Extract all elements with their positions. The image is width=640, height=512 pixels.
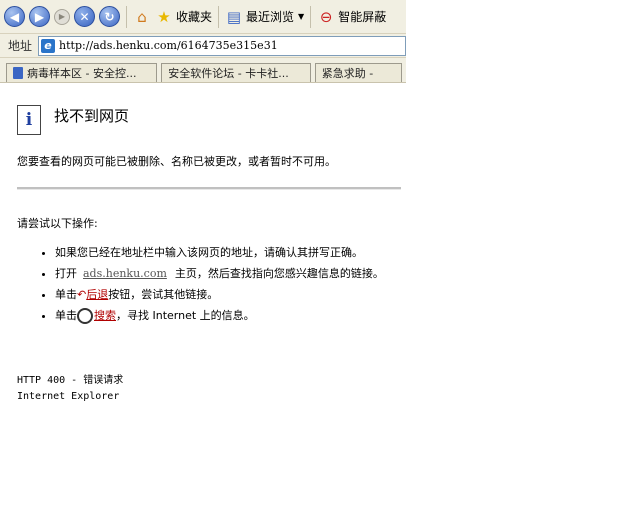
tab-virus-samples[interactable]: 病毒样本区 - 安全控...: [6, 63, 158, 82]
browser-chrome: ◀ ▶ ▶ ✕ ↻ ⌂ ★ 收藏夹 ▤ 最近浏览 ▼ ⊖ 智能屏蔽 地址 e h…: [0, 0, 406, 83]
tab-label: 紧急求助 -: [321, 67, 374, 80]
tab-label: 安全软件论坛 - 卡卡社...: [168, 67, 289, 80]
list-item: 单击 搜索，寻找 Internet 上的信息。: [55, 308, 415, 324]
back-arrow-icon: ◀: [4, 6, 25, 27]
error-description: 您要查看的网页可能已被删除、名称已被更改，或者暂时不可用。: [17, 155, 336, 168]
refresh-icon: ↻: [99, 6, 120, 27]
star-icon: ★: [157, 7, 171, 26]
try-heading: 请尝试以下操作:: [17, 217, 98, 230]
tip-text: 如果您已经在地址栏中输入该网页的地址，请确认其拼写正确。: [55, 246, 363, 259]
forward-arrow-icon: ▶: [29, 6, 50, 27]
page-icon: [13, 67, 23, 79]
search-icon: [77, 308, 93, 324]
search-link[interactable]: 搜索: [94, 309, 116, 322]
suggestion-list: 如果您已经在地址栏中输入该网页的地址，请确认其拼写正确。 打开 ads.henku…: [37, 245, 415, 329]
ie-page-icon: e: [41, 38, 56, 53]
toolbar-separator: [126, 5, 127, 28]
page-title: 找不到网页: [54, 107, 130, 125]
divider: [17, 187, 401, 190]
tip-text: 按钮，尝试其他链接。: [108, 288, 219, 301]
toolbar-separator: [310, 5, 312, 28]
list-item: 单击↶后退按钮，尝试其他链接。: [55, 287, 415, 303]
toolbar-separator: [218, 5, 220, 28]
recent-dropdown-button[interactable]: ▼: [298, 12, 304, 21]
favorites-button[interactable]: ★ 收藏夹: [155, 8, 212, 26]
forward-button[interactable]: ▶: [29, 6, 50, 27]
home-icon: ⌂: [137, 7, 147, 26]
homepage-link[interactable]: ads.henku.com: [83, 267, 167, 280]
error-footer: HTTP 400 - 错误请求 Internet Explorer: [17, 373, 123, 405]
info-icon: i: [17, 105, 41, 135]
dropdown-icon: ▶: [54, 8, 70, 25]
tab-bar: 病毒样本区 - 安全控... 安全软件论坛 - 卡卡社... 紧急求助 -: [0, 58, 406, 83]
back-arrow-icon: ↶: [77, 288, 87, 301]
back-link[interactable]: 后退: [86, 288, 108, 301]
tab-label: 病毒样本区 - 安全控...: [27, 67, 137, 80]
http-status: HTTP 400 - 错误请求: [17, 375, 124, 386]
tab-security-forum[interactable]: 安全软件论坛 - 卡卡社...: [161, 63, 311, 82]
list-item: 如果您已经在地址栏中输入该网页的地址，请确认其拼写正确。: [55, 245, 415, 261]
address-url: http://ads.henku.com/6164735e315e31: [59, 39, 278, 52]
stop-icon: ✕: [74, 6, 95, 27]
browser-name: Internet Explorer: [17, 391, 120, 402]
favorites-label: 收藏夹: [176, 10, 213, 24]
list-item: 打开 ads.henku.com 主页，然后查找指向您感兴趣信息的链接。: [55, 266, 415, 282]
forward-dropdown-button[interactable]: ▶: [54, 8, 70, 25]
history-icon: ▤: [226, 7, 242, 26]
tip-text: 主页，然后查找指向您感兴趣信息的链接。: [174, 267, 384, 280]
recent-label: 最近浏览: [246, 10, 295, 24]
tip-text: 单击: [55, 288, 77, 301]
smart-block-label: 智能屏蔽: [338, 10, 387, 24]
smart-block-button[interactable]: ⊖ 智能屏蔽: [317, 8, 386, 26]
address-input[interactable]: e http://ads.henku.com/6164735e315e31: [38, 35, 406, 56]
recent-button[interactable]: ▤ 最近浏览: [225, 8, 294, 26]
block-icon: ⊖: [319, 7, 333, 26]
home-button[interactable]: ⌂: [133, 8, 151, 26]
stop-button[interactable]: ✕: [74, 6, 95, 27]
chevron-down-icon: ▼: [298, 12, 305, 21]
address-bar: 地址 e http://ads.henku.com/6164735e315e31: [0, 34, 406, 58]
tip-text: 单击: [55, 309, 77, 322]
back-button[interactable]: ◀: [4, 6, 25, 27]
main-toolbar: ◀ ▶ ▶ ✕ ↻ ⌂ ★ 收藏夹 ▤ 最近浏览 ▼ ⊖ 智能屏蔽: [0, 0, 406, 34]
tip-text: 打开: [55, 267, 77, 280]
tip-text: ，寻找 Internet 上的信息。: [116, 309, 255, 322]
refresh-button[interactable]: ↻: [99, 6, 120, 27]
tab-emergency-help[interactable]: 紧急求助 -: [314, 63, 402, 82]
address-label: 地址: [8, 39, 33, 53]
